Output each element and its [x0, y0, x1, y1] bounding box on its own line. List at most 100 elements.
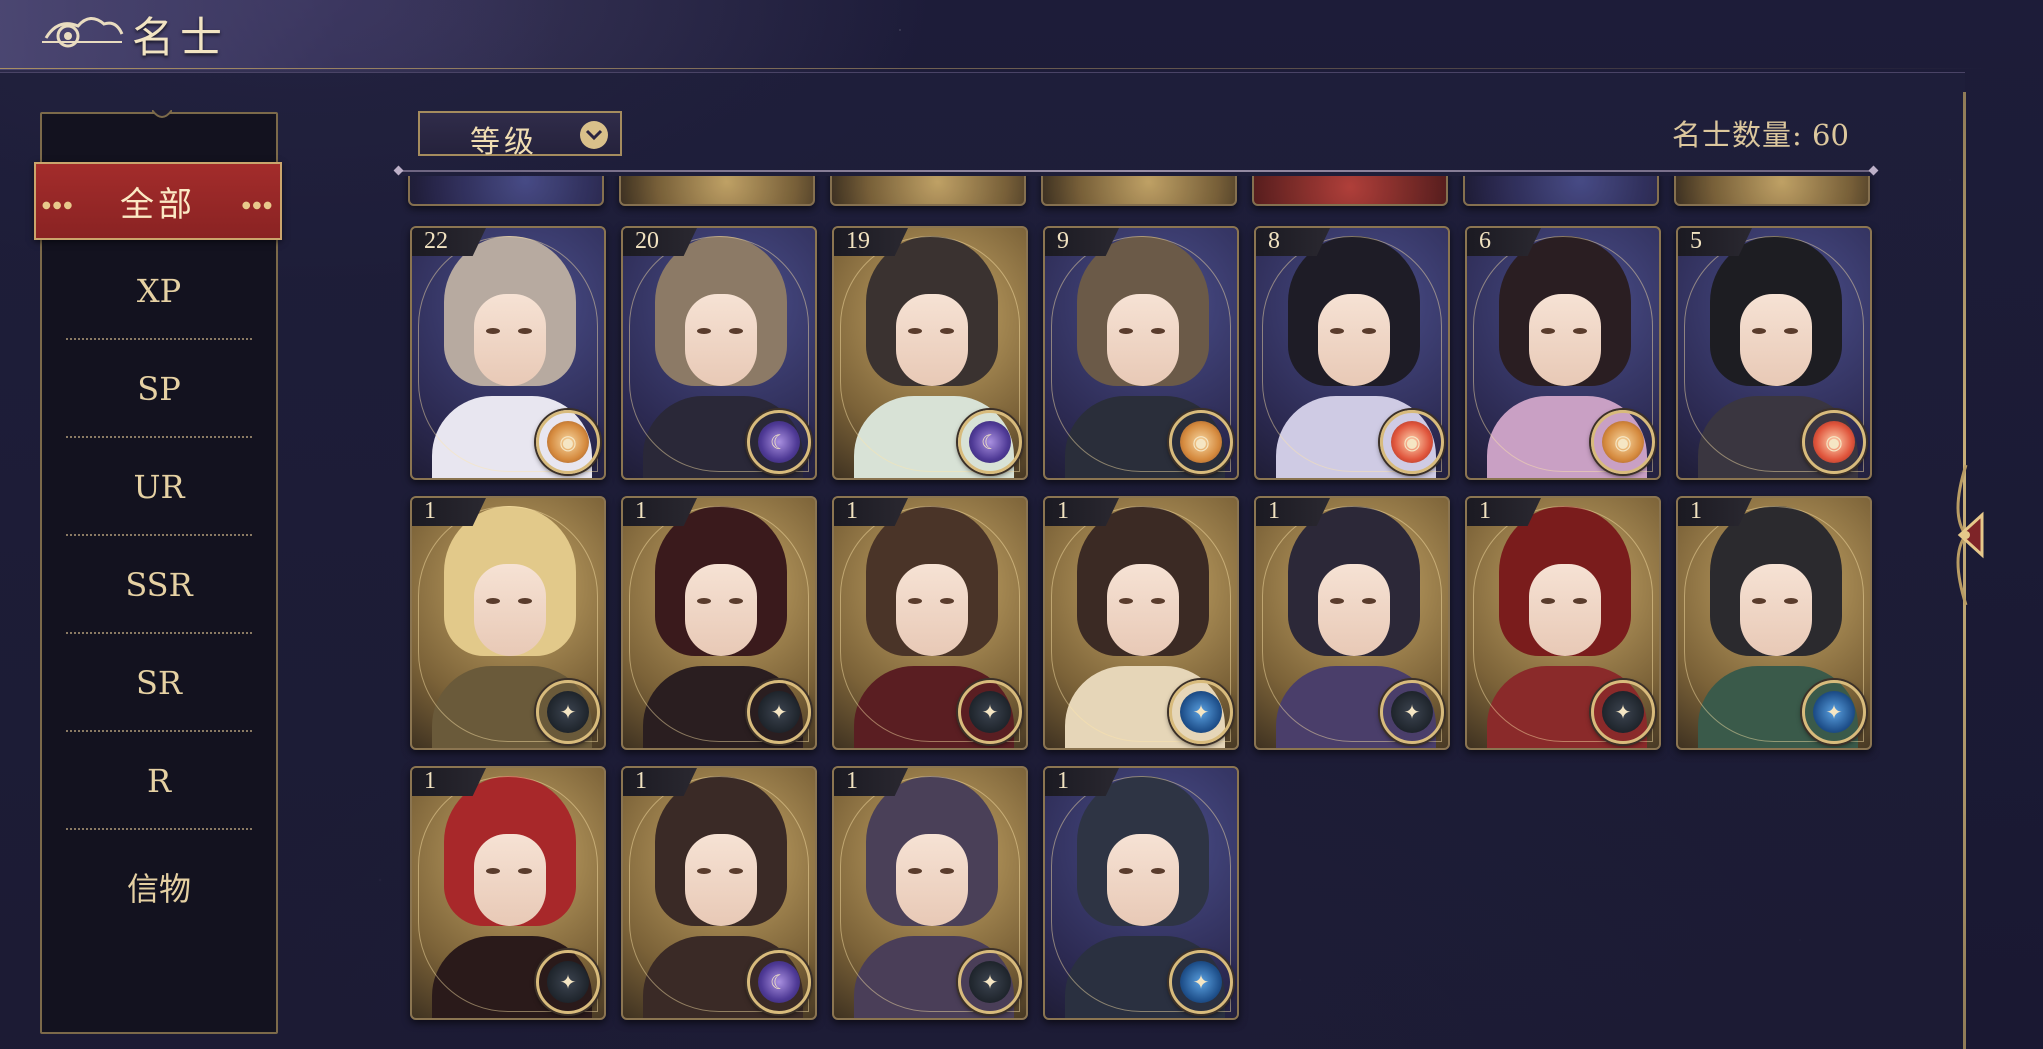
character-card-partial[interactable]: [619, 176, 815, 206]
badge-glyph: ✦: [770, 700, 788, 724]
character-card[interactable]: 22 ◉: [410, 226, 606, 480]
badge-core: ✦: [1180, 961, 1222, 1003]
moon-star-element-icon: ☾: [747, 950, 811, 1014]
character-card[interactable]: 6 ◉: [1465, 226, 1661, 480]
badge-glyph: ◉: [1403, 430, 1421, 454]
sidebar-notch-ornament: [152, 110, 172, 118]
badge-glyph: ✦: [1403, 700, 1421, 724]
character-card[interactable]: 1 ✦: [832, 496, 1028, 750]
toolbar-divider: [398, 170, 1874, 172]
sidebar-item-ssr[interactable]: SSR: [66, 536, 252, 634]
character-level: 6: [1479, 228, 1491, 254]
character-card[interactable]: 1 ✦: [410, 496, 606, 750]
badge-glyph: ◉: [1614, 430, 1632, 454]
sidebar-item-xp[interactable]: XP: [66, 242, 252, 340]
left-dots-ornament: ●●●: [42, 200, 75, 211]
badge-core: ✦: [547, 961, 589, 1003]
sun-element-icon: ◉: [1591, 410, 1655, 474]
sidebar-item-label: SSR: [125, 566, 193, 604]
badge-glyph: ✦: [981, 970, 999, 994]
badge-core: ◉: [1602, 421, 1644, 463]
character-card[interactable]: 1 ✦: [1676, 496, 1872, 750]
sidebar-item-label: SR: [135, 664, 182, 702]
character-level: 1: [1057, 498, 1069, 524]
badge-glyph: ◉: [1825, 430, 1843, 454]
right-dots-ornament: ●●●: [241, 200, 274, 211]
sort-dropdown-label: 等级: [470, 125, 538, 160]
badge-core: ✦: [758, 691, 800, 733]
blue-compass-element-icon: ✦: [1169, 950, 1233, 1014]
badge-core: ✦: [1602, 691, 1644, 733]
sidebar-item-label: 信物: [126, 870, 191, 908]
sidebar-item-label: 全部: [120, 184, 196, 225]
badge-core: ✦: [1391, 691, 1433, 733]
moon-star-element-icon: ☾: [747, 410, 811, 474]
character-card[interactable]: 1 ✦: [832, 766, 1028, 1020]
chevron-down-icon: [580, 121, 608, 149]
character-card[interactable]: 19 ☾: [832, 226, 1028, 480]
character-card-partial[interactable]: [408, 176, 604, 206]
badge-core: ✦: [969, 961, 1011, 1003]
cloud-swirl-back-icon[interactable]: [38, 8, 128, 60]
character-card[interactable]: 1 ✦: [410, 766, 606, 1020]
sidebar-item-label: SP: [137, 370, 181, 408]
character-card[interactable]: 1 ☾: [621, 766, 817, 1020]
badge-core: ✦: [1180, 691, 1222, 733]
blue-compass-element-icon: ✦: [1802, 680, 1866, 744]
header-divider: [0, 68, 1990, 69]
count-value: 60: [1812, 118, 1849, 152]
character-grid: 22 ◉ 20 ☾ 19 ☾ 9 ◉ 8 ◉ 6 ◉ 5 ◉ 1 ✦ 1 ✦ 1 ✦ 1 ✦ 1 ✦ 1 ✦ 1 ✦ 1 ✦ 1 ☾ 1 ✦ 1 ✦: [400, 176, 1880, 1036]
character-card[interactable]: 20 ☾: [621, 226, 817, 480]
badge-glyph: ☾: [981, 430, 999, 454]
character-card[interactable]: 9 ◉: [1043, 226, 1239, 480]
badge-glyph: ✦: [1825, 700, 1843, 724]
character-card-partial[interactable]: [830, 176, 1026, 206]
character-card[interactable]: 8 ◉: [1254, 226, 1450, 480]
badge-glyph: ✦: [559, 700, 577, 724]
badge-glyph: ✦: [1192, 970, 1210, 994]
sidebar-item-label: R: [146, 762, 172, 800]
blue-compass-element-icon: ✦: [1169, 680, 1233, 744]
top-header: 名士: [0, 0, 2043, 70]
sidebar-item-r[interactable]: R: [66, 732, 252, 830]
sun-element-icon: ◉: [1169, 410, 1233, 474]
sort-dropdown[interactable]: 等级: [418, 111, 622, 160]
sidebar-item-ur[interactable]: UR: [66, 438, 252, 536]
badge-core: ◉: [547, 421, 589, 463]
character-card-partial[interactable]: [1252, 176, 1448, 206]
badge-core: ◉: [1813, 421, 1855, 463]
character-level: 1: [635, 498, 647, 524]
count-label: 名士数量:: [1672, 118, 1803, 152]
character-card-partial[interactable]: [1463, 176, 1659, 206]
page-title: 名士: [132, 13, 229, 62]
character-card-partial[interactable]: [1674, 176, 1870, 206]
character-level: 1: [424, 498, 436, 524]
compass-element-icon: ✦: [958, 680, 1022, 744]
character-card[interactable]: 5 ◉: [1676, 226, 1872, 480]
sun-red-element-icon: ◉: [1380, 410, 1444, 474]
character-card[interactable]: 1 ✦: [621, 496, 817, 750]
sidebar-item-label: XP: [136, 272, 182, 310]
compass-element-icon: ✦: [1591, 680, 1655, 744]
character-card[interactable]: 1 ✦: [1254, 496, 1450, 750]
character-card[interactable]: 1 ✦: [1043, 766, 1239, 1020]
character-level: 1: [1690, 498, 1702, 524]
badge-glyph: ✦: [559, 970, 577, 994]
character-card[interactable]: 1 ✦: [1465, 496, 1661, 750]
badge-core: ◉: [1180, 421, 1222, 463]
sidebar-item-sp[interactable]: SP: [66, 340, 252, 438]
sidebar-item-tokens[interactable]: 信物: [66, 838, 252, 936]
sidebar-item-all[interactable]: ●●● 全部 ●●●: [34, 162, 282, 240]
badge-glyph: ✦: [1614, 700, 1632, 724]
character-level: 19: [846, 228, 870, 254]
character-card-partial[interactable]: [1041, 176, 1237, 206]
compass-element-icon: ✦: [747, 680, 811, 744]
collapse-arrow-icon[interactable]: [1930, 455, 2000, 615]
sidebar-item-sr[interactable]: SR: [66, 634, 252, 732]
badge-glyph: ☾: [770, 970, 788, 994]
character-level: 22: [424, 228, 448, 254]
character-count: 名士数量: 60: [1672, 112, 1849, 154]
character-level: 1: [635, 768, 647, 794]
character-card[interactable]: 1 ✦: [1043, 496, 1239, 750]
compass-element-icon: ✦: [1380, 680, 1444, 744]
